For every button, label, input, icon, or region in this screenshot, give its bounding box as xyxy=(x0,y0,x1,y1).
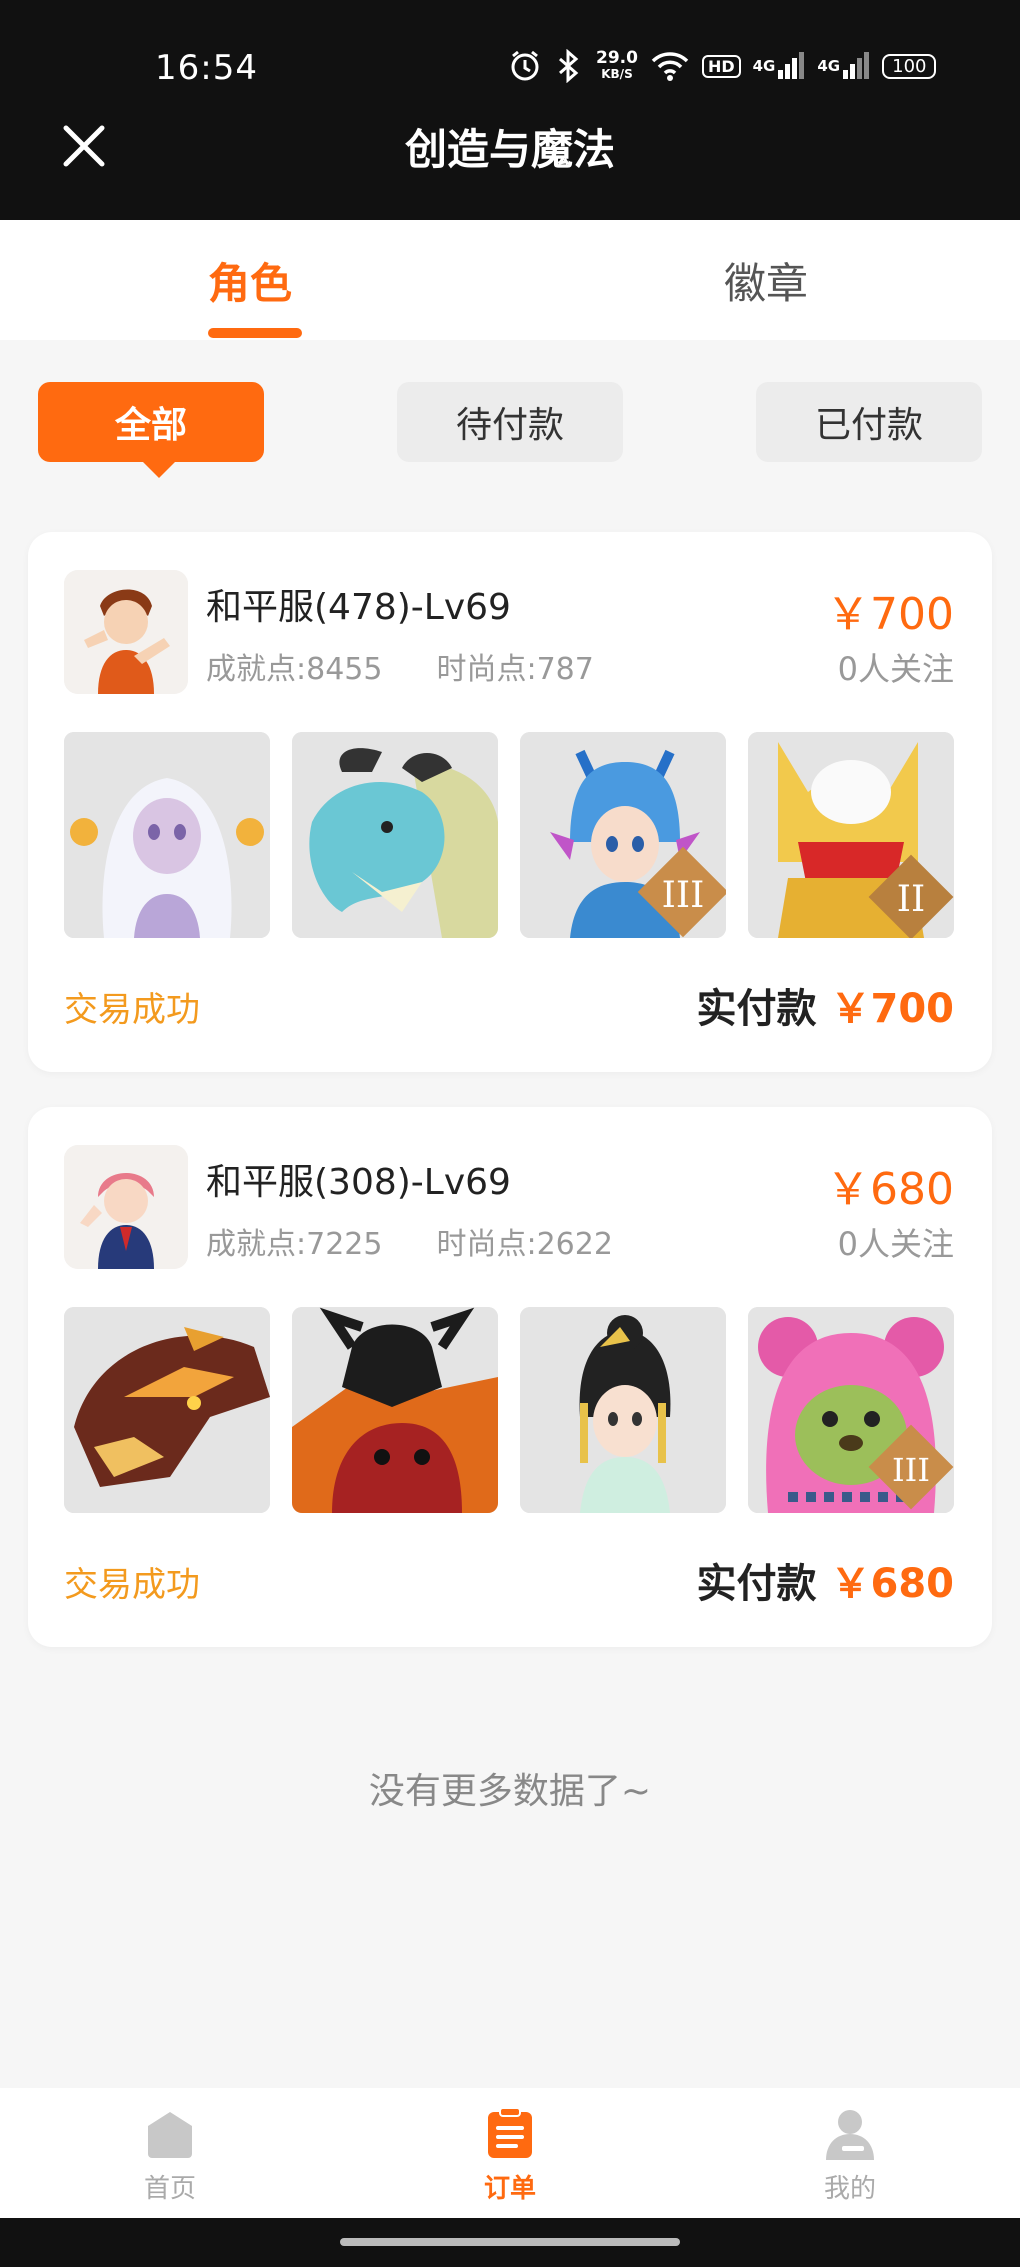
trade-status: 交易成功 xyxy=(64,1565,200,1605)
signal-1-icon: 4G xyxy=(753,52,806,80)
black-beast-icon xyxy=(292,1307,498,1513)
signal-2-label: 4G xyxy=(817,57,841,75)
rank-badge: III xyxy=(892,1451,930,1489)
hd-icon: HD xyxy=(701,54,741,78)
nav-mine-label: 我的 xyxy=(823,2174,876,2204)
character-avatar-icon xyxy=(64,570,188,694)
fire-dragon-icon xyxy=(64,1307,270,1513)
fashion-points: 时尚点:787 xyxy=(436,652,594,687)
signal-2-icon: 4G xyxy=(817,52,870,80)
paid-amount-row: 实付款 ￥700 xyxy=(697,976,955,1034)
status-icons: 29.0 KB/S HD 4G 4G 100 xyxy=(508,46,937,86)
paid-label: 实付款 xyxy=(696,1561,817,1607)
net-speed: 29.0 KB/S xyxy=(596,50,638,82)
golden-armor-icon: II xyxy=(748,732,954,938)
ice-dragon-icon xyxy=(292,732,498,938)
server-name: 和平服(478)-Lv69 xyxy=(206,587,511,628)
princess-icon xyxy=(520,1307,726,1513)
filter-all[interactable]: 全部 xyxy=(38,382,264,478)
character-stats: 成就点:7225 时尚点:2622 xyxy=(206,1219,613,1263)
follower-count: 0人关注 xyxy=(837,650,954,688)
character-avatar-icon xyxy=(64,1145,188,1269)
title-bar: 创造与魔法 xyxy=(0,88,1020,220)
item-thumbnail[interactable] xyxy=(520,1307,726,1513)
filter-bar: 全部 待付款 已付款 xyxy=(0,382,1020,482)
tab-role[interactable]: 角色 xyxy=(208,250,292,311)
follower-count: 0人关注 xyxy=(837,1225,954,1263)
signal-1-label: 4G xyxy=(752,57,776,75)
filter-paid[interactable]: 已付款 xyxy=(756,382,982,462)
net-speed-value: 29.0 xyxy=(596,48,638,68)
tab-bar: 角色 徽章 xyxy=(0,220,1020,340)
item-thumbnails: III II xyxy=(64,732,956,938)
tab-active-indicator xyxy=(208,328,302,338)
trade-status: 交易成功 xyxy=(64,990,200,1030)
battery-icon: 100 xyxy=(882,53,937,79)
character-avatar xyxy=(64,570,188,694)
achievement-points: 成就点:7225 xyxy=(206,1227,383,1262)
item-thumbnail[interactable]: III xyxy=(748,1307,954,1513)
paid-amount-row: 实付款 ￥680 xyxy=(697,1551,955,1609)
bottom-nav: 首页 订单 我的 xyxy=(0,2088,1020,2218)
page-title: 创造与魔法 xyxy=(404,125,615,174)
item-thumbnail[interactable] xyxy=(64,732,270,938)
alarm-icon xyxy=(508,49,542,83)
item-thumbnail[interactable] xyxy=(292,1307,498,1513)
nav-orders[interactable]: 订单 xyxy=(430,2106,590,2205)
profile-icon xyxy=(826,2110,874,2160)
pink-bear-icon: III xyxy=(748,1307,954,1513)
home-icon xyxy=(148,2112,192,2158)
tab-badge[interactable]: 徽章 xyxy=(724,250,808,311)
paid-amount: ￥700 xyxy=(830,986,955,1032)
listing-price: ￥680 xyxy=(826,1164,954,1215)
order-card[interactable]: 和平服(308)-Lv69 成就点:7225 时尚点:2622 ￥680 0人关注 xyxy=(28,1107,992,1647)
home-indicator[interactable] xyxy=(340,2238,680,2246)
nav-orders-label: 订单 xyxy=(483,2174,536,2204)
rank-badge: III xyxy=(662,875,705,916)
item-thumbnails: III xyxy=(64,1307,956,1513)
server-name: 和平服(308)-Lv69 xyxy=(206,1162,511,1203)
character-stats: 成就点:8455 时尚点:787 xyxy=(206,644,594,688)
fashion-points: 时尚点:2622 xyxy=(436,1227,613,1262)
achievement-points: 成就点:8455 xyxy=(206,652,383,687)
nav-home-label: 首页 xyxy=(143,2174,196,2204)
paid-label: 实付款 xyxy=(696,986,817,1032)
order-card[interactable]: 和平服(478)-Lv69 成就点:8455 时尚点:787 ￥700 0人关注 xyxy=(28,532,992,1072)
status-time: 16:54 xyxy=(155,48,258,88)
character-avatar xyxy=(64,1145,188,1269)
paid-amount: ￥680 xyxy=(830,1561,955,1607)
rank-badge: II xyxy=(897,879,925,920)
gesture-bar xyxy=(0,2218,1020,2267)
nav-home[interactable]: 首页 xyxy=(90,2106,250,2205)
net-speed-unit: KB/S xyxy=(601,67,633,81)
item-thumbnail[interactable]: III xyxy=(520,732,726,938)
item-thumbnail[interactable]: II xyxy=(748,732,954,938)
no-more-data-text: 没有更多数据了~ xyxy=(368,1771,652,1812)
filter-pending[interactable]: 待付款 xyxy=(397,382,623,462)
blue-dragon-boy-icon: III xyxy=(520,732,726,938)
order-icon xyxy=(488,2107,532,2158)
item-thumbnail[interactable] xyxy=(292,732,498,938)
bluetooth-icon xyxy=(554,49,584,83)
item-thumbnail[interactable] xyxy=(64,1307,270,1513)
white-haired-girl-icon xyxy=(64,732,270,938)
wifi-icon xyxy=(650,50,690,82)
listing-price: ￥700 xyxy=(826,589,954,640)
nav-mine[interactable]: 我的 xyxy=(770,2106,930,2205)
